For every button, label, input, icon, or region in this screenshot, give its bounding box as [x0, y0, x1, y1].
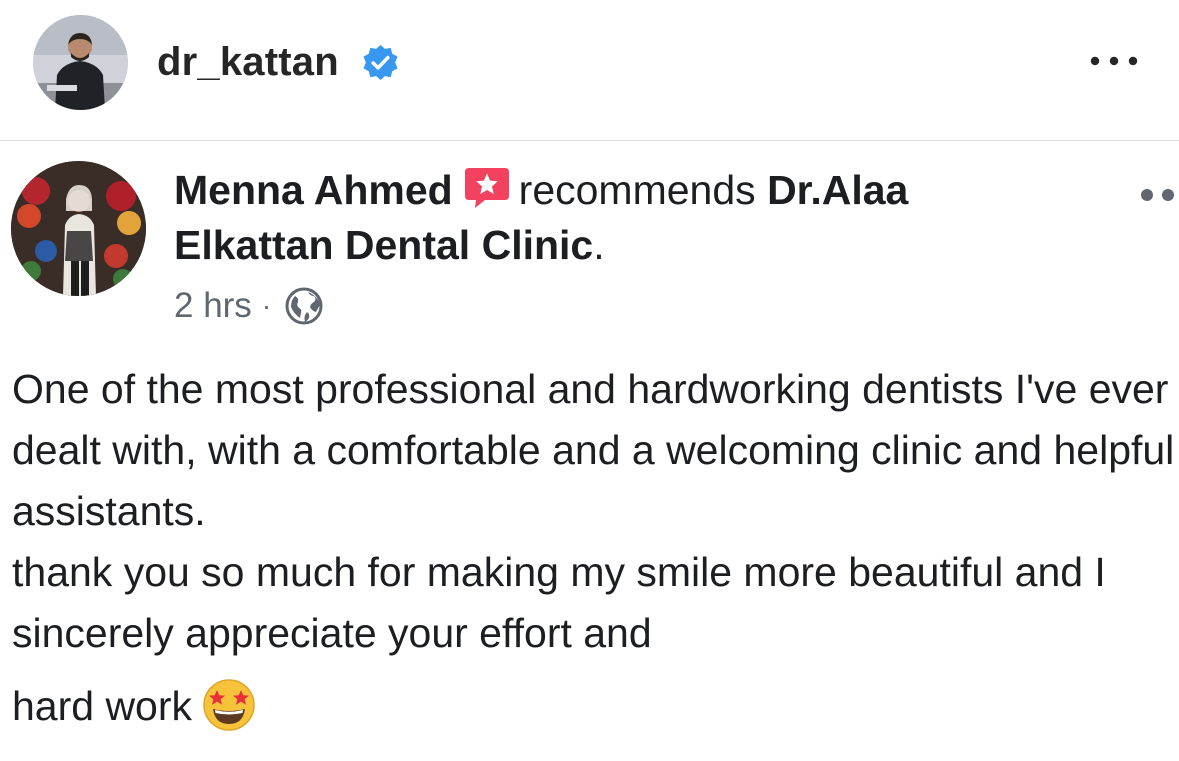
recommendation-star-icon	[464, 168, 509, 208]
star-struck-emoji-icon	[203, 679, 255, 731]
body-text: hard work	[12, 683, 193, 729]
body-last-line: hard work	[12, 676, 1177, 737]
post-header: dr_kattan	[0, 0, 1179, 140]
reviewer-name[interactable]: Menna Ahmed	[174, 167, 453, 213]
verified-badge-icon	[363, 44, 398, 81]
avatar-image	[33, 15, 128, 110]
profile-avatar[interactable]	[33, 15, 128, 110]
meta-separator: ·	[261, 290, 272, 321]
post-timestamp[interactable]: 2 hrs	[174, 286, 252, 326]
recommendation-headline: Menna Ahmed recommends Dr.Alaa Elkattan …	[174, 163, 1074, 273]
body-paragraph: One of the most professional and hardwor…	[12, 366, 1175, 534]
more-options-icon[interactable]	[1086, 46, 1142, 76]
header-divider	[0, 140, 1179, 141]
recommends-verb: recommends	[518, 167, 756, 213]
reviewer-avatar[interactable]	[11, 161, 146, 296]
reviewer-avatar-image	[11, 161, 146, 296]
headline-period: .	[593, 222, 605, 268]
recommendation-text: One of the most professional and hardwor…	[12, 359, 1177, 737]
post-meta: 2 hrs ·	[174, 284, 325, 328]
public-globe-icon[interactable]	[283, 285, 325, 327]
profile-username[interactable]: dr_kattan	[157, 38, 339, 86]
body-paragraph: thank you so much for making my smile mo…	[12, 549, 1106, 656]
post-more-options-icon[interactable]	[1138, 183, 1179, 207]
